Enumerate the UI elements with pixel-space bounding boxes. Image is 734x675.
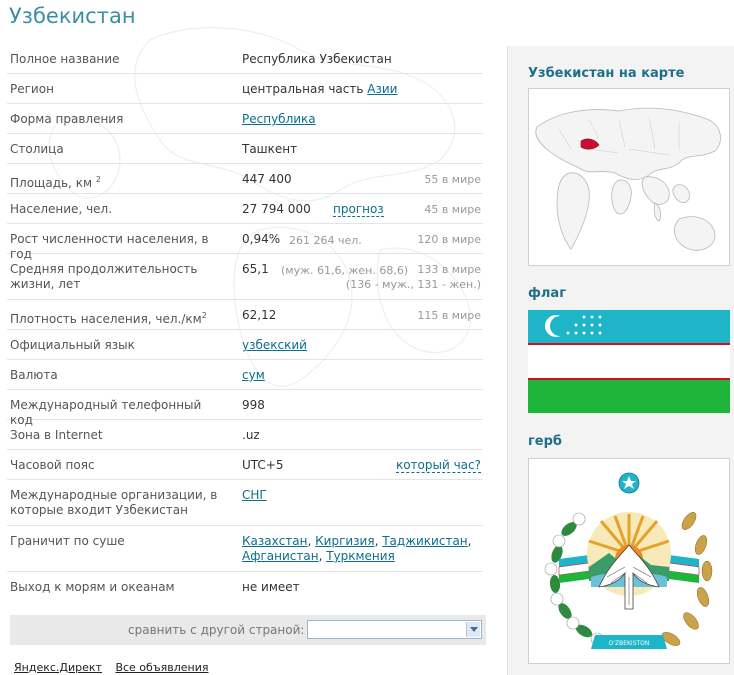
info-row-borders: Граничит по суше Казахстан, Киргизия, Та… xyxy=(7,526,483,572)
compare-country-select[interactable] xyxy=(307,620,482,639)
coat-of-arms: O'ZBEKISTON xyxy=(528,458,730,664)
value-phone-code: 998 xyxy=(242,398,265,412)
label-timezone: Часовой пояс xyxy=(10,458,95,472)
link-language[interactable]: узбекский xyxy=(242,338,307,352)
info-row-government: Форма правления Республика xyxy=(7,104,483,134)
location-map[interactable] xyxy=(528,88,730,266)
rank-population: 45 в мире xyxy=(424,203,481,216)
label-language: Официальный язык xyxy=(10,338,135,352)
compare-bar: сравнить с другой страной: xyxy=(10,615,486,645)
label-internet-zone: Зона в Internet xyxy=(10,428,103,442)
info-row-timezone: Часовой пояс UTC+5 который час? xyxy=(7,450,483,480)
label-density: Плотность населения, чел./км2 xyxy=(10,311,207,326)
info-row-capital: Столица Ташкент xyxy=(7,134,483,164)
link-what-time[interactable]: который час? xyxy=(395,458,481,473)
area-sup: 2 xyxy=(95,175,101,184)
link-yandex-direct[interactable]: Яндекс.Директ xyxy=(14,661,102,674)
value-full-name: Республика Узбекистан xyxy=(242,52,392,66)
value-growth: 0,94% xyxy=(242,232,281,246)
link-currency[interactable]: сум xyxy=(242,368,265,382)
label-life-expectancy: Средняя продолжительность жизни, лет xyxy=(10,262,198,291)
label-population: Население, чел. xyxy=(10,202,113,216)
info-row-organizations: Международные организации, в которые вхо… xyxy=(7,480,483,526)
flag-title: флаг xyxy=(528,286,566,301)
label-sea-access: Выход к морям и океанам xyxy=(10,580,175,594)
link-border-kazakhstan[interactable]: Казахстан xyxy=(242,534,308,548)
map-title: Узбекистан на карте xyxy=(528,66,685,81)
chevron-down-icon[interactable] xyxy=(466,622,480,637)
compare-label: сравнить с другой страной: xyxy=(128,623,305,637)
info-row-currency: Валюта сум xyxy=(7,360,483,390)
value-internet-zone: .uz xyxy=(242,428,260,442)
link-asia[interactable]: Азии xyxy=(367,82,397,96)
world-map-image xyxy=(529,89,729,265)
info-row-language: Официальный язык узбекский xyxy=(7,330,483,360)
emblem-banner-text: O'ZBEKISTON xyxy=(609,640,650,647)
rank-growth: 120 в мире xyxy=(417,233,481,246)
flag-image xyxy=(528,310,730,413)
rank-area: 55 в мире xyxy=(424,173,481,186)
link-border-afghanistan[interactable]: Афганистан xyxy=(242,549,319,563)
info-row-internet-zone: Зона в Internet .uz xyxy=(7,420,483,450)
page-title: Узбекистан xyxy=(9,4,136,28)
info-row-density: Плотность населения, чел./км2 62,12 115 … xyxy=(7,300,483,330)
link-border-tajikistan[interactable]: Таджикистан xyxy=(382,534,467,548)
label-region: Регион xyxy=(10,82,54,96)
footer-links: Яндекс.Директ Все объявления xyxy=(14,661,218,674)
info-row-growth: Рост численности населения, в год 0,94% … xyxy=(7,224,483,261)
label-government: Форма правления xyxy=(10,112,124,126)
emblem-icon: O'ZBEKISTON xyxy=(529,459,729,663)
rank-life-expectancy: 133 в мире xyxy=(417,263,481,276)
value-borders: Казахстан, Киргизия, Таджикистан, Афгани… xyxy=(242,534,472,563)
label-area: Площадь, км 2 xyxy=(10,175,101,190)
growth-people: 261 264 чел. xyxy=(289,234,362,247)
country-info-table: Полное название Республика Узбекистан Ре… xyxy=(7,44,483,601)
label-currency: Валюта xyxy=(10,368,58,382)
info-row-phone-code: Международный телефонный код 998 xyxy=(7,390,483,427)
info-row-region: Регион центральная часть Азии xyxy=(7,74,483,104)
value-sea-access: не имеет xyxy=(242,580,300,594)
value-capital: Ташкент xyxy=(242,142,298,156)
link-forecast[interactable]: прогноз xyxy=(333,202,384,217)
info-row-full-name: Полное название Республика Узбекистан xyxy=(7,44,483,74)
flag-of-uzbekistan-icon xyxy=(528,310,730,413)
life-expectancy-detail: (муж. 61,6, жен. 68,6) xyxy=(281,264,409,277)
link-border-kyrgyzstan[interactable]: Киргизия xyxy=(315,534,374,548)
value-population: 27 794 000 xyxy=(242,202,311,216)
value-density: 62,12 xyxy=(242,308,277,322)
link-all-ads[interactable]: Все объявления xyxy=(115,661,208,674)
value-life-expectancy: 65,1 xyxy=(242,262,269,276)
link-cis[interactable]: СНГ xyxy=(242,488,267,502)
value-timezone: UTC+5 xyxy=(242,458,284,472)
region-prefix: центральная часть xyxy=(242,82,368,96)
density-sup: 2 xyxy=(201,311,207,320)
link-republic[interactable]: Республика xyxy=(242,112,316,126)
info-row-area: Площадь, км 2 447 400 55 в мире xyxy=(7,164,483,194)
info-row-sea-access: Выход к морям и океанам не имеет xyxy=(7,572,483,601)
rank-life-expectancy-detail: (136 - муж., 131 - жен.) xyxy=(345,278,481,291)
value-area: 447 400 xyxy=(242,172,292,186)
emblem-title: герб xyxy=(528,434,562,449)
rank-density: 115 в мире xyxy=(417,309,481,322)
label-capital: Столица xyxy=(10,142,64,156)
label-full-name: Полное название xyxy=(10,52,120,66)
info-row-population: Население, чел. 27 794 000 прогноз 45 в … xyxy=(7,194,483,224)
label-borders: Граничит по суше xyxy=(10,534,125,548)
info-row-life-expectancy: Средняя продолжительность жизни, лет 65,… xyxy=(7,254,483,300)
value-region: центральная часть Азии xyxy=(242,82,397,97)
sidebar: Узбекистан на карте флаг герб O'ZBEKISTO… xyxy=(507,46,734,675)
label-organizations: Международные организации, в которые вхо… xyxy=(10,488,218,517)
link-border-turkmenistan[interactable]: Туркмения xyxy=(326,549,395,563)
